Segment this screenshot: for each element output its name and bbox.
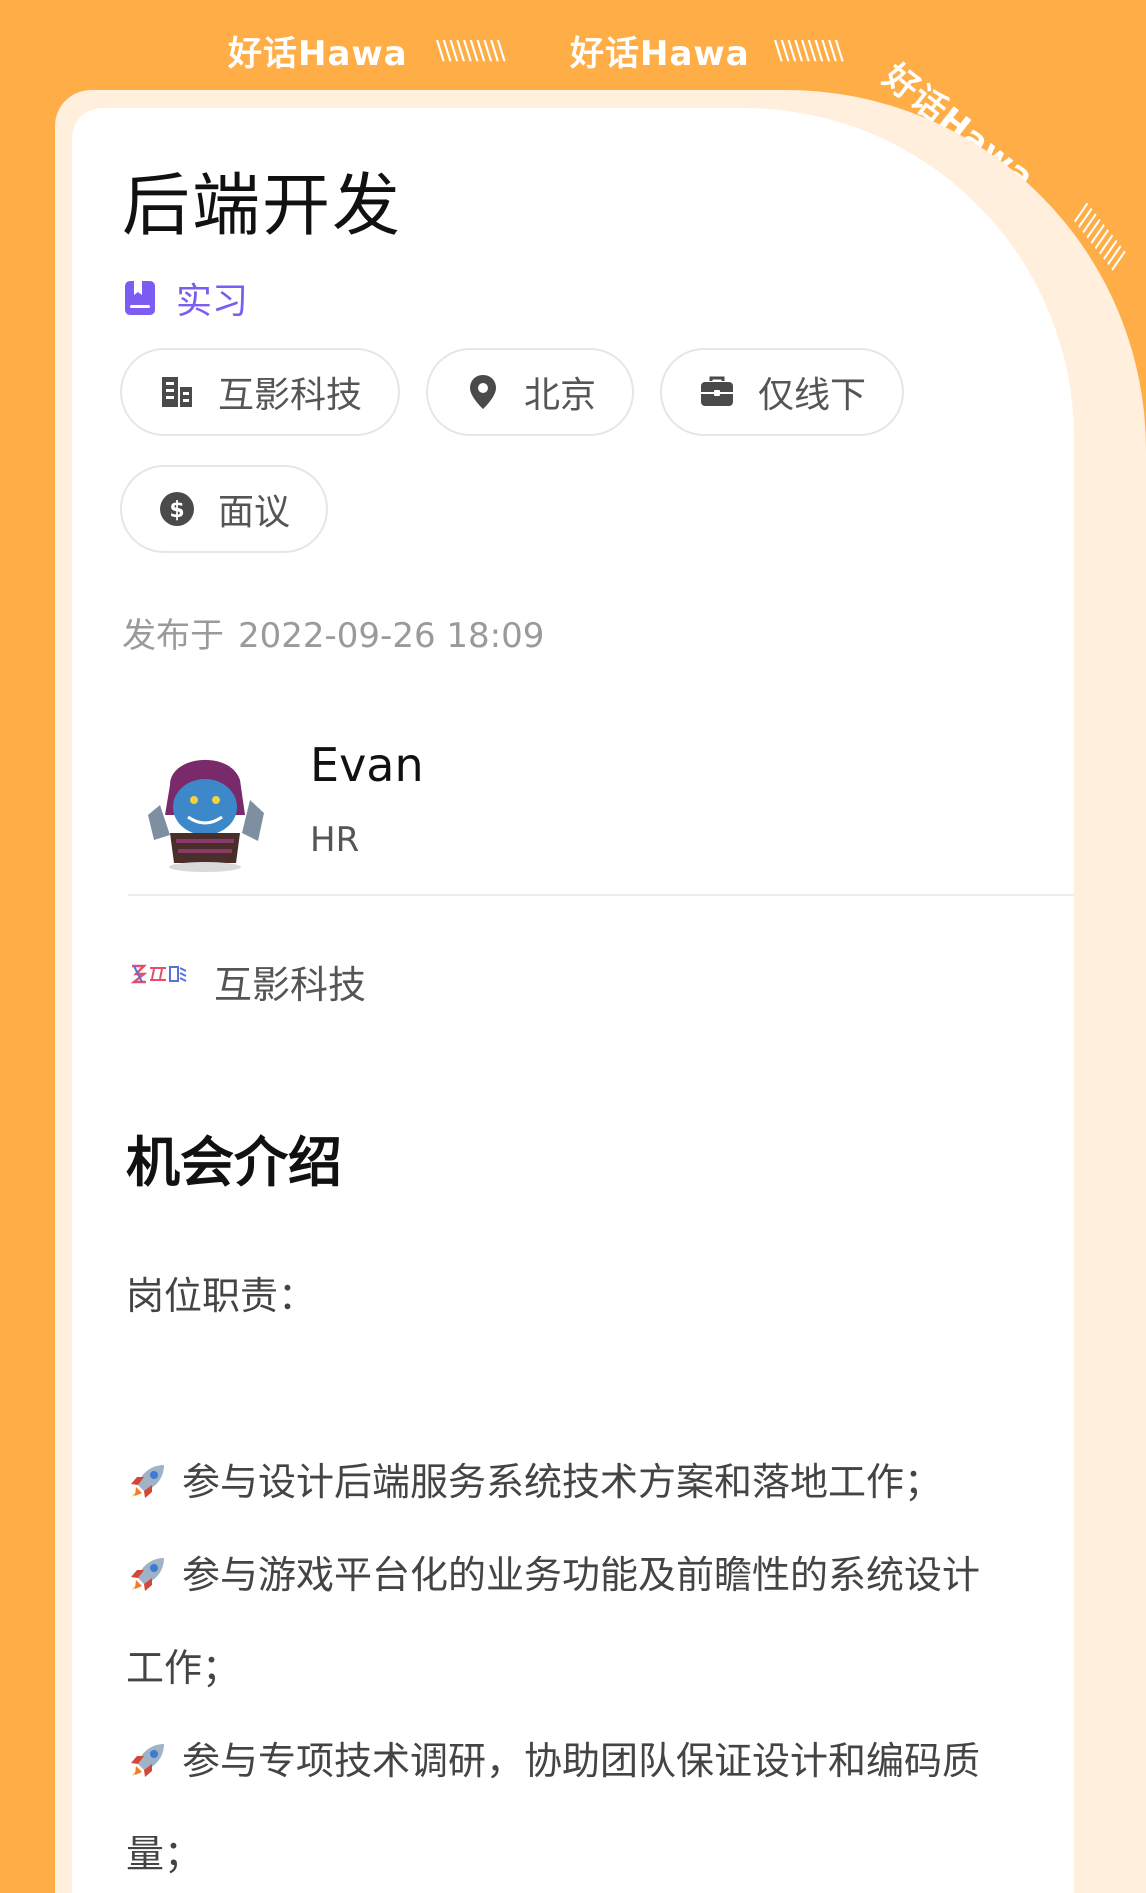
chip-label: 互影科技 bbox=[218, 375, 363, 416]
intro-heading: 岗位职责： bbox=[126, 1274, 317, 1318]
list-item-text: 参与专项技术调研，协助团队保证设计和编码质 bbox=[182, 1739, 981, 1783]
brand-hatch: \\\\\\\\\\ bbox=[774, 36, 844, 66]
recruiter-avatar[interactable] bbox=[140, 745, 270, 875]
section-title-intro: 机会介绍 bbox=[126, 1131, 342, 1194]
chip-label: 北京 bbox=[524, 375, 597, 416]
brand-banner: 好话Hawa \\\\\\\\\\ 好话Hawa \\\\\\\\\\ bbox=[0, 0, 1146, 100]
rocket-icon bbox=[131, 1465, 164, 1498]
list-item-continued: 工作； bbox=[126, 1646, 241, 1690]
rocket-icon bbox=[131, 1558, 164, 1591]
list-item-continued: 量； bbox=[126, 1832, 203, 1876]
company-logo[interactable] bbox=[130, 962, 188, 986]
work-mode-chip[interactable]: 仅线下 bbox=[660, 348, 905, 436]
location-pin-icon bbox=[470, 375, 496, 409]
chip-label: 面议 bbox=[218, 492, 291, 533]
location-chip[interactable]: 北京 bbox=[426, 348, 635, 436]
company-name[interactable]: 互影科技 bbox=[214, 954, 366, 1009]
divider bbox=[128, 894, 1074, 896]
recruiter-role: HR bbox=[310, 820, 360, 860]
list-item: 参与游戏平台化的业务功能及前瞻性的系统设计 bbox=[126, 1529, 1026, 1622]
dollar-icon: $ bbox=[160, 492, 194, 526]
list-item: 参与设计后端服务系统技术方案和落地工作； bbox=[126, 1436, 1026, 1529]
job-title: 后端开发 bbox=[122, 167, 403, 246]
publish-time: 发布于 2022-09-26 18:09 bbox=[122, 608, 544, 657]
svg-text:$: $ bbox=[169, 498, 184, 523]
company-chip[interactable]: 互影科技 bbox=[120, 348, 401, 436]
job-type: 实习 bbox=[124, 272, 248, 324]
rocket-icon bbox=[131, 1744, 164, 1777]
brand-logo-text: 好话Hawa bbox=[570, 34, 750, 74]
bookmark-book-icon bbox=[125, 281, 155, 315]
building-icon bbox=[162, 377, 192, 407]
list-item-text: 参与设计后端服务系统技术方案和落地工作； bbox=[182, 1460, 943, 1504]
intro-content: 岗位职责： 参与设计后端服务系统技术方案和落地工作； 参与游戏平台化的业务功能及… bbox=[126, 1250, 1026, 1893]
chip-label: 仅线下 bbox=[758, 375, 867, 416]
publish-date: 2022-09-26 18:09 bbox=[238, 616, 545, 656]
recruiter-name: Evan bbox=[310, 738, 424, 792]
salary-chip[interactable]: $ 面议 bbox=[120, 465, 329, 553]
publish-prefix: 发布于 bbox=[122, 616, 224, 656]
briefcase-icon bbox=[701, 376, 733, 406]
brand-logo-text: 好话Hawa bbox=[228, 34, 408, 74]
list-item-text: 参与游戏平台化的业务功能及前瞻性的系统设计 bbox=[182, 1553, 981, 1597]
list-item: 参与专项技术调研，协助团队保证设计和编码质 bbox=[126, 1715, 1026, 1808]
job-type-label: 实习 bbox=[176, 281, 249, 322]
brand-hatch: \\\\\\\\\\ bbox=[436, 36, 506, 66]
